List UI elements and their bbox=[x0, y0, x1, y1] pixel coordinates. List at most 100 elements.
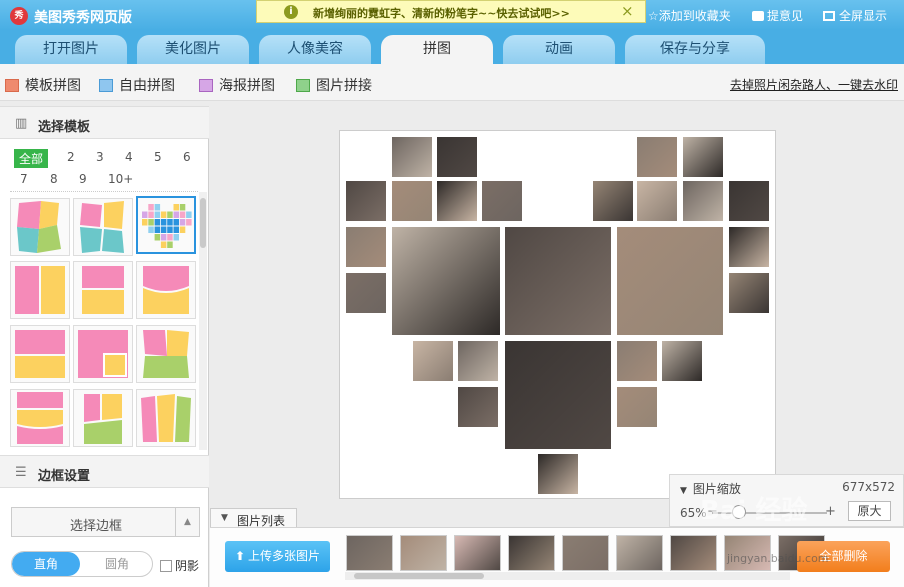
template-thumb[interactable] bbox=[73, 325, 133, 383]
collage-photo[interactable] bbox=[346, 181, 386, 221]
template-thumb[interactable] bbox=[73, 389, 133, 447]
collage-canvas[interactable] bbox=[339, 130, 776, 499]
collage-photo[interactable] bbox=[617, 341, 657, 381]
tab-open-image[interactable]: 打开图片 bbox=[15, 35, 127, 64]
collage-photo[interactable] bbox=[505, 341, 611, 449]
remove-watermark-link[interactable]: 去掉照片闲杂路人、一键去水印 bbox=[730, 76, 898, 93]
collage-photo[interactable] bbox=[392, 181, 432, 221]
tab-collage[interactable]: 拼图 bbox=[381, 35, 493, 64]
filter-3[interactable]: 3 bbox=[96, 150, 104, 164]
filter-6[interactable]: 6 bbox=[183, 150, 191, 164]
collage-photo[interactable] bbox=[505, 227, 611, 335]
collage-photo[interactable] bbox=[437, 181, 477, 221]
feedback-link[interactable]: 提意见 bbox=[752, 7, 803, 24]
tab-animation[interactable]: 动画 bbox=[503, 35, 615, 64]
chevron-up-icon[interactable]: ▲ bbox=[175, 508, 199, 536]
image-list-thumb[interactable] bbox=[562, 535, 609, 571]
checkbox-icon[interactable] bbox=[160, 560, 172, 572]
add-favorite-link[interactable]: ☆添加到收藏夹 bbox=[648, 7, 731, 24]
collage-photo[interactable] bbox=[617, 227, 723, 335]
original-size-button[interactable]: 原大 bbox=[848, 501, 891, 521]
template-thumb[interactable] bbox=[136, 325, 196, 383]
image-list-thumb[interactable] bbox=[670, 535, 717, 571]
template-thumb[interactable] bbox=[10, 198, 70, 256]
filter-2[interactable]: 2 bbox=[67, 150, 75, 164]
collage-photo[interactable] bbox=[662, 341, 702, 381]
upload-arrow-icon: ⬆ bbox=[234, 549, 246, 563]
subtab-template-collage[interactable]: 模板拼图 bbox=[5, 75, 81, 95]
collage-photo[interactable] bbox=[729, 181, 769, 221]
collage-photo[interactable] bbox=[538, 454, 578, 494]
stitch-icon bbox=[296, 79, 310, 92]
filter-5[interactable]: 5 bbox=[154, 150, 162, 164]
template-scrollbar[interactable] bbox=[199, 192, 207, 450]
image-list-thumb[interactable] bbox=[454, 535, 501, 571]
collage-photo[interactable] bbox=[346, 227, 386, 267]
template-thumb[interactable] bbox=[73, 261, 133, 319]
corner-round-option[interactable]: 圆角 bbox=[82, 552, 152, 576]
image-list-thumb[interactable] bbox=[508, 535, 555, 571]
template-icon: ▥ bbox=[15, 116, 28, 131]
collage-photo[interactable] bbox=[683, 181, 723, 221]
image-list-thumb[interactable] bbox=[346, 535, 393, 571]
filter-7[interactable]: 7 bbox=[20, 172, 28, 186]
template-thumb[interactable] bbox=[10, 261, 70, 319]
promo-banner-text[interactable]: 新增绚丽的霓虹字、清新的粉笔字~~快去试试吧>> bbox=[313, 5, 570, 21]
collage-photo[interactable] bbox=[729, 227, 769, 267]
subtab-image-stitch[interactable]: 图片拼接 bbox=[296, 75, 372, 95]
scrollbar-thumb[interactable] bbox=[200, 198, 206, 248]
sliders-icon: ☰ bbox=[15, 465, 27, 480]
subtab-poster-collage[interactable]: 海报拼图 bbox=[199, 75, 275, 95]
template-thumb[interactable] bbox=[136, 389, 196, 447]
tab-beautify[interactable]: 美化图片 bbox=[137, 35, 249, 64]
corner-style-toggle[interactable]: 直角 圆角 bbox=[11, 551, 153, 577]
collage-photo[interactable] bbox=[392, 227, 500, 335]
speech-bubble-icon bbox=[752, 11, 764, 21]
collage-photo[interactable] bbox=[482, 181, 522, 221]
upload-multiple-button[interactable]: ⬆ 上传多张图片 bbox=[225, 541, 330, 572]
shadow-checkbox[interactable]: 阴影 bbox=[160, 557, 199, 574]
collage-photo[interactable] bbox=[458, 341, 498, 381]
scrollbar-thumb[interactable] bbox=[354, 573, 484, 579]
tab-portrait[interactable]: 人像美容 bbox=[259, 35, 371, 64]
image-size-label: 677x572 bbox=[842, 480, 895, 494]
collage-photo[interactable] bbox=[593, 181, 633, 221]
image-list-tab[interactable]: ▼ 图片列表 bbox=[210, 508, 297, 528]
zoom-in-icon[interactable]: + bbox=[825, 504, 836, 519]
collage-photo[interactable] bbox=[346, 273, 386, 313]
close-icon[interactable]: × bbox=[621, 2, 634, 20]
template-section-header: ▥ 选择模板 bbox=[0, 106, 209, 139]
collage-photo[interactable] bbox=[683, 137, 723, 177]
collage-photo[interactable] bbox=[729, 273, 769, 313]
template-thumb[interactable] bbox=[10, 389, 70, 447]
collage-photo[interactable] bbox=[392, 137, 432, 177]
border-select-dropdown[interactable]: 选择边框 ▲ bbox=[11, 507, 200, 537]
image-list-scrollbar[interactable] bbox=[345, 572, 790, 580]
collage-photo[interactable] bbox=[617, 387, 657, 427]
filter-9[interactable]: 9 bbox=[79, 172, 87, 186]
template-thumb[interactable] bbox=[73, 198, 133, 256]
filter-10plus[interactable]: 10+ bbox=[108, 172, 133, 186]
collage-photo[interactable] bbox=[413, 341, 453, 381]
filter-4[interactable]: 4 bbox=[125, 150, 133, 164]
filter-all[interactable]: 全部 bbox=[14, 149, 49, 168]
collage-photo[interactable] bbox=[437, 137, 477, 177]
subtab-free-collage[interactable]: 自由拼图 bbox=[99, 75, 175, 95]
main-tabs: 打开图片 美化图片 人像美容 拼图 动画 保存与分享 bbox=[0, 30, 904, 64]
template-thumb[interactable] bbox=[10, 325, 70, 383]
promo-banner[interactable]: i 新增绚丽的霓虹字、清新的粉笔字~~快去试试吧>> × bbox=[256, 0, 646, 23]
fullscreen-link[interactable]: 全屏显示 bbox=[823, 7, 887, 24]
image-list-thumb[interactable] bbox=[616, 535, 663, 571]
filter-divider bbox=[10, 191, 198, 192]
filter-8[interactable]: 8 bbox=[50, 172, 58, 186]
corner-square-option[interactable]: 直角 bbox=[12, 552, 80, 576]
image-list-thumb[interactable] bbox=[400, 535, 447, 571]
collage-photo[interactable] bbox=[637, 181, 677, 221]
free-layout-icon bbox=[99, 79, 113, 92]
tab-save-share[interactable]: 保存与分享 bbox=[625, 35, 765, 64]
template-thumb[interactable] bbox=[136, 261, 196, 319]
collage-photo[interactable] bbox=[637, 137, 677, 177]
collage-photo[interactable] bbox=[458, 387, 498, 427]
template-thumb-heart[interactable] bbox=[136, 196, 196, 254]
baidu-watermark-url: jingyan.baidu.com bbox=[727, 552, 829, 565]
